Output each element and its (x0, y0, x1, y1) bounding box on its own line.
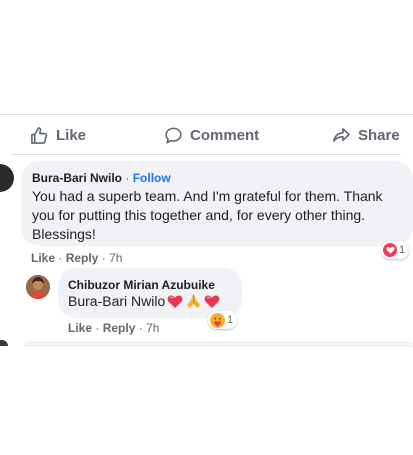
reaction-count: 1 (399, 244, 406, 256)
heart-icon (204, 295, 220, 308)
like-button-label: Like (56, 126, 87, 144)
reaction-count: 1 (227, 314, 234, 326)
comment-text: You had a superb team. And I'm grateful … (32, 188, 383, 242)
heart-icon (383, 243, 397, 257)
comment-like-link[interactable]: Like (31, 251, 55, 265)
follow-link[interactable]: Follow (133, 171, 171, 185)
comment-button-label: Comment (190, 126, 260, 144)
reply-reply-link[interactable]: Reply (103, 321, 136, 335)
comment-bubble-icon (165, 127, 182, 143)
reply-content: Bura-Bari Nwilo (68, 293, 220, 309)
reply-timestamp[interactable]: 7h (146, 321, 159, 335)
reaction-count-badge[interactable]: 1 (208, 311, 238, 329)
care-icon (210, 312, 225, 328)
comment-timestamp[interactable]: 7h (109, 251, 122, 265)
post-action-bar: Like Comment Share (0, 115, 413, 155)
share-arrow-icon (333, 127, 350, 142)
meta-separator: · (101, 251, 106, 265)
heart-icon (167, 295, 183, 308)
reply-avatar[interactable] (26, 275, 50, 299)
next-comment-bubble (24, 341, 413, 347)
comments-divider (12, 154, 401, 155)
like-button[interactable]: Like (30, 121, 86, 149)
thumbs-up-icon (31, 126, 48, 144)
avatar[interactable] (0, 340, 8, 346)
reaction-count-badge[interactable]: 1 (381, 241, 410, 259)
comment-author-line: Bura-Bari Nwilo · Follow (32, 171, 171, 185)
share-button[interactable]: Share (332, 121, 400, 149)
comment-button[interactable]: Comment (164, 121, 259, 149)
reply-like-link[interactable]: Like (68, 321, 92, 335)
meta-separator: · (58, 251, 63, 265)
avatar[interactable] (0, 164, 14, 192)
mention-tag[interactable]: Bura-Bari Nwilo (68, 293, 165, 309)
author-separator: · (125, 171, 130, 185)
comment-bubble: Bura-Bari Nwilo · Follow You had a super… (21, 161, 413, 246)
folded-hands-icon (187, 294, 201, 308)
comment-author[interactable]: Bura-Bari Nwilo (32, 171, 122, 185)
meta-separator: · (138, 321, 143, 335)
comment-reply-link[interactable]: Reply (66, 251, 99, 265)
reply-author[interactable]: Chibuzor Mirian Azubuike (68, 278, 215, 292)
reply-meta-row: Like · Reply · 7h (68, 321, 159, 335)
share-button-label: Share (358, 126, 400, 144)
meta-separator: · (95, 321, 100, 335)
comment-meta-row: Like · Reply · 7h (31, 251, 122, 265)
